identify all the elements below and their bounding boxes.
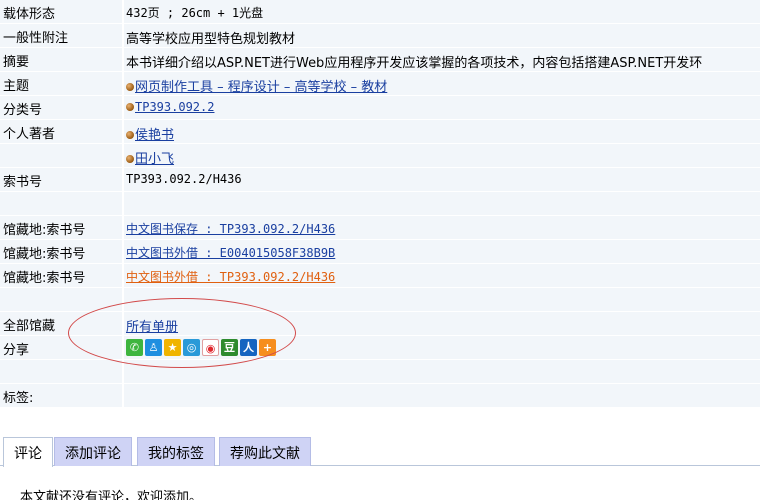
wechat-icon[interactable]: ✆ — [126, 339, 143, 356]
row-note: 一般性附注 高等学校应用型特色规划教材 — [0, 24, 760, 48]
tab-my-tags[interactable]: 我的标签 — [137, 437, 215, 466]
row-author-2: 田小飞 — [0, 144, 760, 168]
holding-label: 馆藏地:索书号 — [0, 216, 122, 239]
sina-weibo-icon[interactable]: ◉ — [202, 339, 219, 356]
tab-recommend-purchase[interactable]: 荐购此文献 — [219, 437, 311, 466]
row-share: 分享 ✆ ♙ ★ ◎ ◉ 豆人 + — [0, 336, 760, 360]
bullet-icon — [126, 102, 134, 111]
callno-value: TP393.092.2/H436 — [124, 168, 760, 191]
class-link[interactable]: TP393.092.2 — [135, 100, 214, 114]
author-link-1[interactable]: 侯艳书 — [135, 128, 174, 143]
abstract-value: 本书详细介绍以ASP.NET进行Web应用程序开发应该掌握的各项技术，内容包括搭… — [124, 48, 760, 71]
holding-label: 馆藏地:索书号 — [0, 264, 122, 287]
row-spacer — [0, 288, 760, 312]
row-holding-3: 馆藏地:索书号 中文图书外借 : TP393.092.2/H436 — [0, 264, 760, 288]
tab-add-comment[interactable]: 添加评论 — [54, 437, 132, 466]
share-label: 分享 — [0, 336, 122, 359]
row-author: 个人著者 侯艳书 — [0, 120, 760, 144]
row-spacer — [0, 360, 760, 384]
tab-comments[interactable]: 评论 — [3, 437, 53, 467]
subject-label: 主题 — [0, 72, 122, 95]
bullet-icon — [126, 154, 134, 163]
all-holdings-label: 全部馆藏 — [0, 312, 122, 335]
tencent-weibo-icon[interactable]: ◎ — [183, 339, 200, 356]
bullet-icon — [126, 82, 134, 91]
row-tags: 标签: — [0, 384, 760, 408]
holding-link[interactable]: 中文图书外借 : TP393.092.2/H436 — [126, 270, 335, 284]
bullet-icon — [126, 130, 134, 139]
author-link-2[interactable]: 田小飞 — [135, 152, 174, 167]
callno-label: 索书号 — [0, 168, 122, 191]
holding-link[interactable]: 中文图书保存 : TP393.092.2/H436 — [126, 222, 335, 236]
note-value: 高等学校应用型特色规划教材 — [124, 24, 760, 47]
no-comments-text: 本文献还没有评论，欢迎添加。 — [20, 490, 203, 500]
tags-label: 标签: — [0, 384, 122, 407]
row-callno: 索书号 TP393.092.2/H436 — [0, 168, 760, 192]
comment-tabs: 评论 添加评论 我的标签 荐购此文献 — [0, 436, 760, 467]
row-subject: 主题 网页制作工具 – 程序设计 – 高等学校 – 教材 — [0, 72, 760, 96]
row-carrier: 载体形态 432页 ; 26cm + 1光盘 — [0, 0, 760, 24]
row-abstract: 摘要 本书详细介绍以ASP.NET进行Web应用程序开发应该掌握的各项技术，内容… — [0, 48, 760, 72]
row-spacer — [0, 192, 760, 216]
row-class: 分类号 TP393.092.2 — [0, 96, 760, 120]
subject-link[interactable]: 网页制作工具 – 程序设计 – 高等学校 – 教材 — [135, 80, 387, 95]
qzone-icon[interactable]: ★ — [164, 339, 181, 356]
author-label: 个人著者 — [0, 120, 122, 143]
row-holding-2: 馆藏地:索书号 中文图书外借 : E004015058F38B9B — [0, 240, 760, 264]
all-items-link[interactable]: 所有单册 — [126, 320, 178, 335]
qq-icon[interactable]: ♙ — [145, 339, 162, 356]
note-label: 一般性附注 — [0, 24, 122, 47]
carrier-label: 载体形态 — [0, 0, 122, 23]
holding-label: 馆藏地:索书号 — [0, 240, 122, 263]
row-all-holdings: 全部馆藏 所有单册 — [0, 312, 760, 336]
record-detail-table: 载体形态 432页 ; 26cm + 1光盘 一般性附注 高等学校应用型特色规划… — [0, 0, 760, 408]
abstract-label: 摘要 — [0, 48, 122, 71]
more-share-icon[interactable]: + — [259, 339, 276, 356]
carrier-value: 432页 ; 26cm + 1光盘 — [124, 0, 760, 23]
share-icons: ✆ ♙ ★ ◎ ◉ 豆人 + — [124, 336, 760, 359]
douban-icon[interactable]: 豆 — [221, 339, 238, 356]
renren-icon[interactable]: 人 — [240, 339, 257, 356]
holding-link[interactable]: 中文图书外借 : E004015058F38B9B — [126, 246, 335, 260]
row-holding-1: 馆藏地:索书号 中文图书保存 : TP393.092.2/H436 — [0, 216, 760, 240]
class-label: 分类号 — [0, 96, 122, 119]
